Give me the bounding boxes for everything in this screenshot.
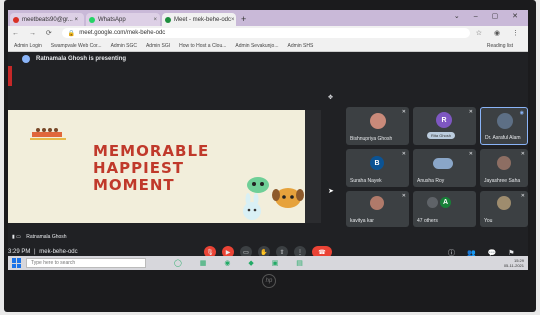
presenter-label: ▮ ▭ Ratnamala Ghosh — [12, 234, 67, 240]
meeting-time: 3:29 PM — [8, 249, 31, 255]
participant-name: Anusha Roy — [417, 178, 445, 184]
mic-off-icon: ✕ — [520, 151, 525, 157]
system-tray[interactable]: 15:29 05-11-2021 — [504, 258, 524, 268]
tab-label: Meet - mek-behe-odc — [174, 16, 232, 23]
presenting-text: Ratnamala Ghosh is presenting — [36, 56, 127, 62]
close-tab-icon[interactable]: × — [153, 17, 157, 23]
bookmark-item[interactable]: Admin Sevakunjo... — [235, 43, 278, 49]
hp-logo: hp — [262, 274, 276, 288]
browser-toolbar-icons[interactable]: ☆ ◉ ⋮ — [476, 29, 524, 37]
participant-tile-active[interactable]: ◉ Dr. Asraful Alam — [480, 107, 528, 145]
participant-name: Dr. Asraful Alam — [485, 135, 521, 141]
new-tab-button[interactable]: + — [241, 13, 246, 26]
mic-icon: ▮ ▭ — [12, 234, 21, 240]
slide-title: MEMORABLE HAPPIEST MOMENT — [93, 143, 243, 194]
reading-list[interactable]: Reading list — [487, 43, 513, 49]
close-tab-icon[interactable]: × — [231, 17, 235, 23]
others-tile[interactable]: A 47 others — [413, 191, 476, 227]
meeting-code: mek-behe-odc — [39, 249, 78, 255]
tab-gmail[interactable]: meetbeats90@gr... × — [10, 13, 84, 26]
participant-name: Rita Ghosh — [427, 132, 456, 139]
gmail-icon — [13, 16, 19, 23]
participant-name: Suraha Nayek — [350, 178, 382, 184]
participant-tile[interactable]: ✕ Jayashree Saha — [480, 149, 528, 187]
bookmark-item[interactable]: Admin SHS — [288, 43, 314, 49]
mic-off-icon: ✕ — [468, 151, 473, 157]
bookmark-item[interactable]: Swampvale Web Cor... — [51, 43, 102, 49]
participant-avatar: R — [436, 112, 452, 128]
participant-name: kavitya kar — [350, 218, 374, 224]
presenting-banner: Ratnamala Ghosh is presenting — [8, 52, 528, 66]
taskbar-search-input[interactable]: Type here to search — [26, 258, 146, 268]
presenter-avatar — [22, 55, 30, 63]
meet-window: Ratnamala Ghosh is presenting ✥ MEMORABL… — [8, 52, 528, 270]
participant-avatar — [497, 113, 513, 129]
boat-illustration — [30, 128, 66, 140]
self-tile[interactable]: ✕ You — [480, 191, 528, 227]
participant-tile[interactable]: ✕ Bishnupriya Ghosh — [346, 107, 409, 145]
navigation-icons[interactable]: ← → ⟳ — [12, 29, 56, 37]
mic-off-icon: ✕ — [520, 193, 525, 199]
pin-icon[interactable]: ✥ — [328, 94, 333, 101]
lock-icon: 🔒 — [67, 30, 76, 37]
meet-icon — [165, 16, 171, 23]
participant-tile[interactable]: B ✕ Suraha Nayek — [346, 149, 409, 187]
slide-line-3: MOMENT — [93, 176, 175, 194]
slide-side-panel — [305, 110, 321, 223]
window-controls[interactable]: ⌄ – ▢ ✕ — [454, 12, 524, 20]
participant-name: Bishnupriya Ghosh — [350, 136, 393, 142]
bookmark-item[interactable]: Admin Login — [14, 43, 42, 49]
url-field[interactable]: 🔒 meet.google.com/mek-behe-odc — [61, 28, 470, 38]
participant-name: Jayashree Saha — [484, 178, 521, 184]
tab-meet[interactable]: Meet - mek-behe-odc × — [162, 13, 236, 26]
participant-avatar: B — [370, 156, 384, 170]
whatsapp-icon — [89, 16, 95, 23]
windows-start-icon[interactable] — [12, 258, 22, 268]
participant-name: You — [484, 218, 493, 224]
speaking-icon: ◉ — [519, 110, 524, 116]
participant-avatar — [370, 196, 384, 210]
address-bar-row: ← → ⟳ 🔒 meet.google.com/mek-behe-odc ☆ ◉… — [8, 26, 528, 40]
participant-avatar — [370, 113, 386, 129]
cartoon-animals-illustration — [243, 177, 304, 220]
participant-tile[interactable]: ✕ kavitya kar — [346, 191, 409, 227]
participant-avatar — [427, 197, 438, 208]
slide-line-1: MEMORABLE — [93, 142, 210, 160]
tab-label: meetbeats90@gr... × — [22, 16, 78, 23]
participant-tile[interactable]: ✕ Anusha Roy — [413, 149, 476, 187]
presentation-slide: MEMORABLE HAPPIEST MOMENT — [8, 110, 305, 223]
tab-label: WhatsApp — [98, 16, 126, 23]
bookmark-item[interactable]: Admin SGI — [146, 43, 170, 49]
participant-avatar — [497, 196, 511, 210]
mic-off-icon: ✕ — [401, 109, 406, 115]
slide-line-2: HAPPIEST — [93, 159, 185, 177]
mic-off-icon: ✕ — [401, 151, 406, 157]
browser-tab-strip: meetbeats90@gr... × WhatsApp × Meet - me… — [8, 10, 528, 26]
participant-avatar: A — [440, 197, 451, 208]
clock-date: 05-11-2021 — [503, 263, 524, 268]
screen: meetbeats90@gr... × WhatsApp × Meet - me… — [8, 10, 528, 270]
bookmark-item[interactable]: How to Host a Clou... — [179, 43, 226, 49]
others-count: 47 others — [417, 218, 438, 224]
sidebar-marker — [8, 66, 12, 86]
taskbar-app-icons[interactable]: ◯ ▦ ◉ ◆ ▣ ▤ — [174, 259, 311, 267]
bookmarks-bar: Admin Login Swampvale Web Cor... Admin S… — [8, 40, 528, 52]
cursor-icon: ➤ — [328, 188, 334, 195]
presenter-name: Ratnamala Ghosh — [26, 234, 67, 240]
participant-avatar — [497, 156, 511, 170]
url-text: meet.google.com/mek-behe-odc — [79, 30, 166, 36]
participant-tile[interactable]: R ✕ Rita Ghosh — [413, 107, 476, 145]
windows-taskbar: Type here to search ◯ ▦ ◉ ◆ ▣ ▤ 15:29 05… — [8, 256, 528, 270]
meeting-info: 3:29 PM | mek-behe-odc — [8, 249, 78, 255]
participant-avatar — [433, 158, 453, 169]
tab-whatsapp[interactable]: WhatsApp × — [86, 13, 160, 26]
bookmark-item[interactable]: Admin SGC — [111, 43, 137, 49]
mic-off-icon: ✕ — [468, 109, 473, 115]
mic-off-icon: ✕ — [401, 193, 406, 199]
